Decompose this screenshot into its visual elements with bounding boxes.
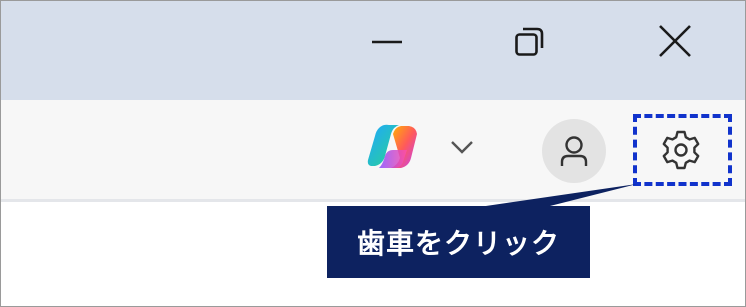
person-icon [560,136,588,166]
close-icon [659,25,691,57]
callout-text: 歯車をクリック [356,227,560,260]
copilot-icon [367,124,417,168]
minimize-button[interactable] [337,1,437,81]
close-button[interactable] [625,1,725,81]
restore-button[interactable] [479,1,579,81]
copilot-button[interactable] [365,122,421,172]
title-bar [1,1,745,100]
copilot-dropdown-button[interactable] [447,135,477,159]
chevron-down-icon [451,141,473,154]
minimize-icon [372,40,402,44]
instruction-callout: 歯車をクリック [327,206,590,278]
profile-button[interactable] [542,119,606,183]
restore-icon [515,27,544,56]
browser-window: 歯車をクリック [0,0,746,307]
settings-highlight-box [633,114,732,186]
